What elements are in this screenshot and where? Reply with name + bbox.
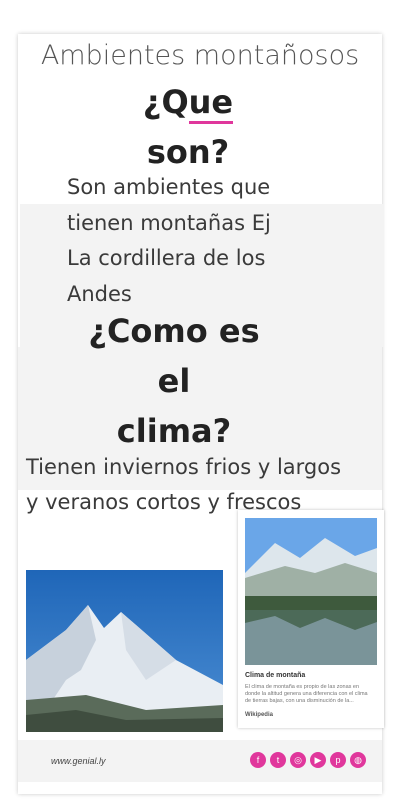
wiki-card-source: Wikipedia <box>245 712 273 718</box>
question-2-line-2: el <box>157 362 191 400</box>
question-1-word: ¿Que <box>143 83 234 124</box>
answer-2-line: Tienen inviernos frios y largos <box>26 455 342 479</box>
footer: www.genial.ly f t ◎ ▶ p ◍ <box>18 740 382 782</box>
answer-1-line: tienen montañas Ej <box>67 210 271 235</box>
question-2-line-1: ¿Como es <box>88 312 260 350</box>
brand-link[interactable]: www.genial.ly <box>51 756 106 766</box>
answer-1-line: Son ambientes que <box>67 175 271 199</box>
page-title: Ambientes montañosos <box>40 40 360 71</box>
twitter-icon[interactable]: t <box>270 752 286 768</box>
dribbble-icon[interactable]: ◍ <box>350 752 366 768</box>
question-1-line-1: ¿Que <box>0 83 388 124</box>
question-2-line-3: clima? <box>116 412 232 450</box>
wiki-card-description: El clima de montaña es propio de las zon… <box>245 684 368 704</box>
youtube-icon[interactable]: ▶ <box>310 752 326 768</box>
wiki-card-title: Clima de montaña <box>245 672 306 679</box>
question-1-underline: ue <box>188 83 234 124</box>
wiki-card[interactable]: Clima de montaña El clima de montaña es … <box>238 510 384 728</box>
instagram-icon[interactable]: ◎ <box>290 752 306 768</box>
wiki-card-image <box>245 518 377 665</box>
pinterest-icon[interactable]: p <box>330 752 346 768</box>
facebook-icon[interactable]: f <box>250 752 266 768</box>
answer-1-line: Andes <box>67 281 132 306</box>
answer-1-line: La cordillera de los <box>67 246 266 270</box>
answer-1: Son ambientes que tienen montañas Ej La … <box>67 170 367 312</box>
mountain-photo <box>26 570 223 732</box>
question-1-line-2: son? <box>146 133 230 171</box>
